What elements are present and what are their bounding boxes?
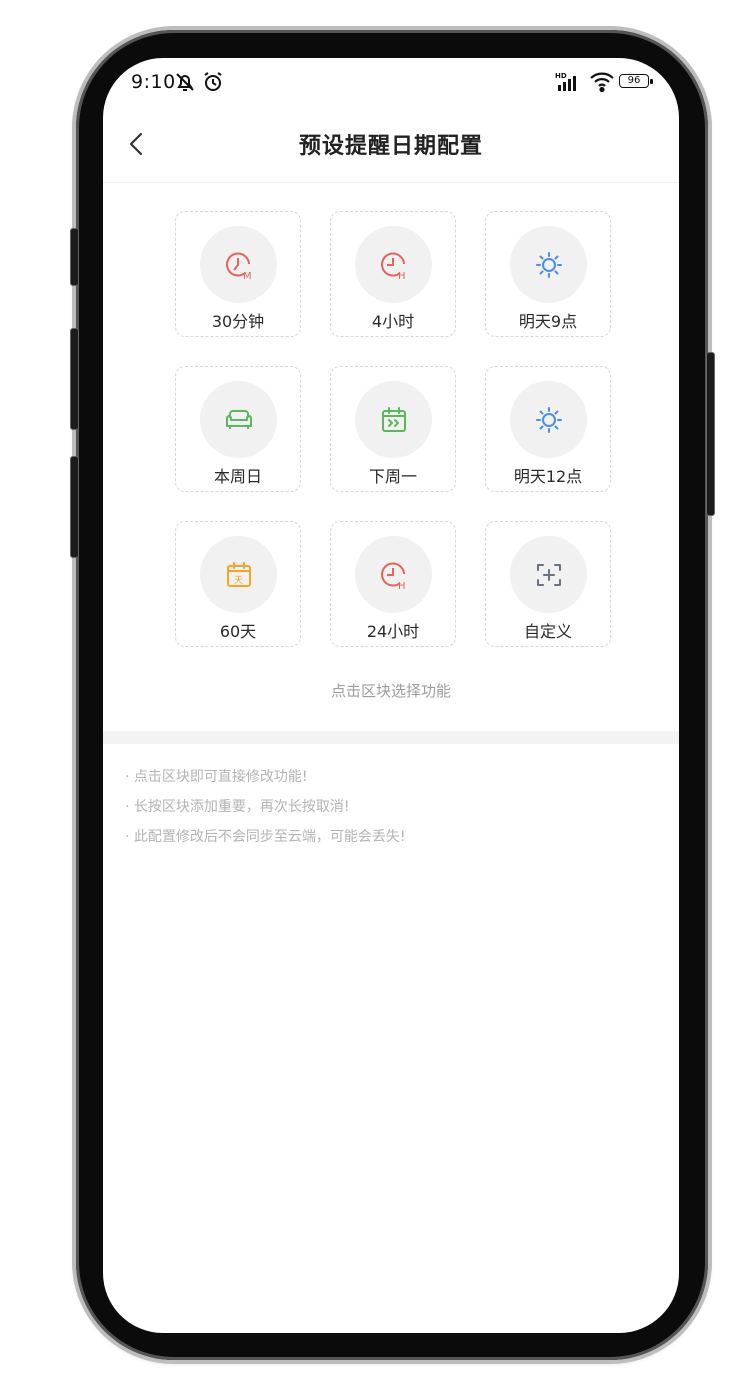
signal-icon: HD [555,71,585,97]
tile-icon-background: M [200,226,277,303]
tip-item: · 长按区块添加重要，再次长按取消! [125,799,350,815]
tile-tomorrow-9[interactable]: 明天9点 [485,211,611,337]
page-title: 预设提醒日期配置 [298,134,483,159]
volume-down-button [70,456,79,558]
clock-minutes-icon: M [226,252,252,281]
tile-label: 60天 [219,622,257,641]
status-bar: 9:10 HD 96 [103,58,679,108]
tile-next-monday[interactable]: 下周一 [330,366,456,492]
custom-plus-icon [537,564,561,586]
clock-letter: M [243,271,252,281]
section-divider [103,731,679,744]
alarm-clock-icon [202,70,224,98]
sun-icon [536,407,562,433]
sun-icon [536,252,562,278]
tile-label: 本周日 [213,467,262,486]
tile-icon-background [510,226,587,303]
tile-30-minutes[interactable]: M 30分钟 [175,211,301,337]
mute-switch [70,228,79,286]
app-screen: 9:10 HD 96 预设提醒日期配置 M 30分钟 H 4小时 明天9点 本周… [103,58,679,1333]
tile-icon-background [510,536,587,613]
clock-hours-icon: H [381,562,406,591]
tile-icon-background [355,381,432,458]
tile-icon-background [200,381,277,458]
tile-label: 24小时 [366,622,420,641]
tile-label: 明天9点 [518,312,578,331]
tile-custom[interactable]: 自定义 [485,521,611,647]
tile-tomorrow-12[interactable]: 明天12点 [485,366,611,492]
tip-item: · 此配置修改后不会同步至云端，可能会丢失! [125,829,406,845]
tile-icon-background: H [355,226,432,303]
calendar-next-icon [382,407,406,432]
calendar-day-letter: 天 [234,576,243,586]
calendar-day-icon: 天 [227,562,251,587]
wifi-icon [589,71,615,97]
clock-hours-icon: H [381,252,406,281]
battery-level: 96 [627,75,641,86]
status-time: 9:10 [131,71,176,93]
volume-up-button [70,328,79,430]
tile-label: 4小时 [371,312,415,331]
sofa-icon [226,410,252,429]
tile-24-hours[interactable]: H 24小时 [330,521,456,647]
tile-label: 自定义 [523,622,572,641]
tile-icon-background [510,381,587,458]
selection-hint: 点击区块选择功能 [330,682,451,700]
clock-letter: H [398,581,406,591]
bell-muted-icon [173,70,197,98]
tile-label: 30分钟 [211,312,265,331]
network-label: HD [555,72,567,80]
tip-item: · 点击区块即可直接修改功能! [125,769,308,785]
power-button [706,352,715,516]
tile-label: 下周一 [368,467,417,486]
tile-icon-background: H [355,536,432,613]
tile-label: 明天12点 [513,467,583,486]
tile-icon-background: 天 [200,536,277,613]
tile-4-hours[interactable]: H 4小时 [330,211,456,337]
battery-icon: 96 [619,72,655,90]
clock-letter: H [398,271,406,281]
tile-60-days[interactable]: 天 60天 [175,521,301,647]
navigation-bar: 预设提醒日期配置 [103,108,679,183]
tile-this-sunday[interactable]: 本周日 [175,366,301,492]
